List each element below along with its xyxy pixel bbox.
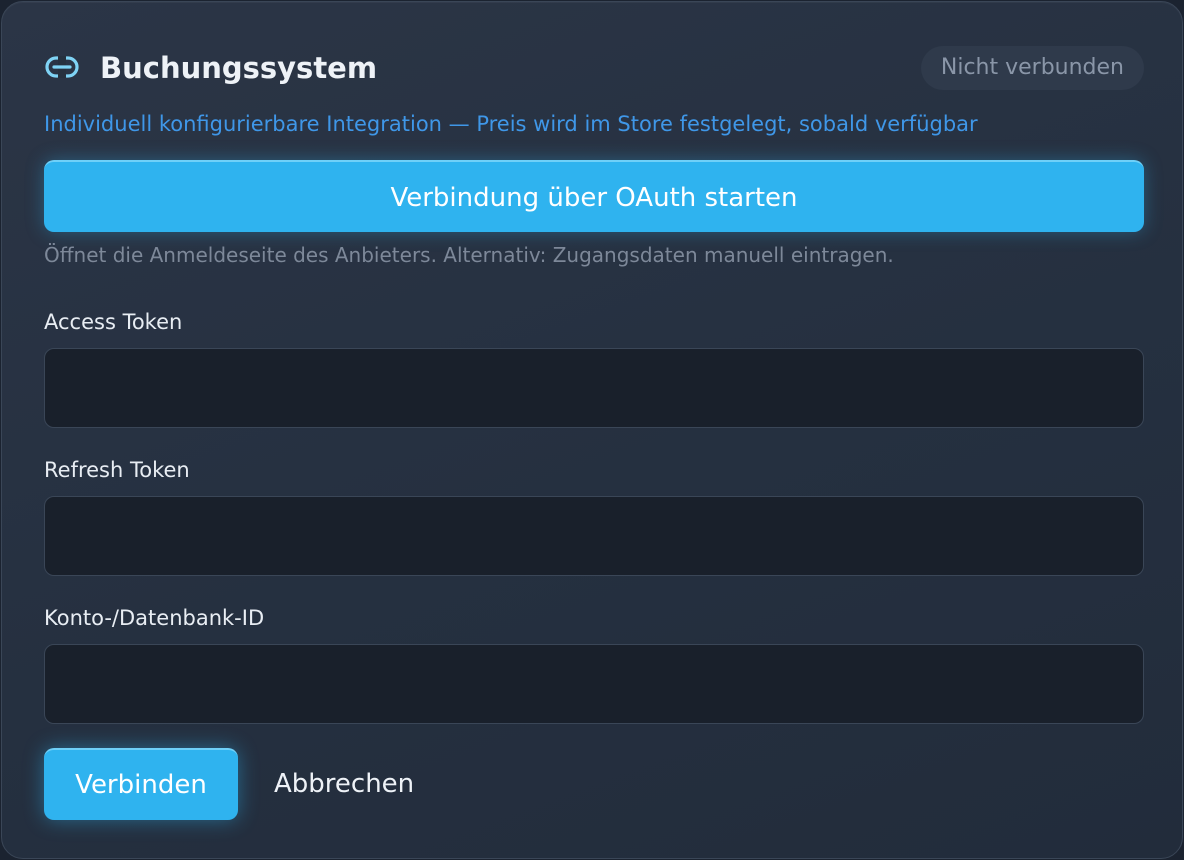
card-header: Buchungssystem Nicht verbunden xyxy=(44,46,1144,90)
cancel-button[interactable]: Abbrechen xyxy=(260,748,428,820)
oauth-helper-text: Öffnet die Anmeldeseite des Anbieters. A… xyxy=(44,243,894,267)
account-id-input[interactable] xyxy=(44,644,1144,724)
oauth-connect-button[interactable]: Verbindung über OAuth starten xyxy=(44,160,1144,232)
refresh-token-label: Refresh Token xyxy=(44,458,190,482)
refresh-token-input[interactable] xyxy=(44,496,1144,576)
access-token-label: Access Token xyxy=(44,310,183,334)
integration-title: Buchungssystem xyxy=(100,51,378,85)
access-token-input[interactable] xyxy=(44,348,1144,428)
integration-card: Buchungssystem Nicht verbunden Individue… xyxy=(1,1,1183,859)
account-id-label: Konto-/Datenbank-ID xyxy=(44,606,265,630)
connect-button[interactable]: Verbinden xyxy=(44,748,238,820)
link-icon xyxy=(44,54,80,80)
connection-status-badge: Nicht verbunden xyxy=(920,46,1144,90)
integration-subtitle: Individuell konfigurierbare Integration … xyxy=(44,112,978,136)
